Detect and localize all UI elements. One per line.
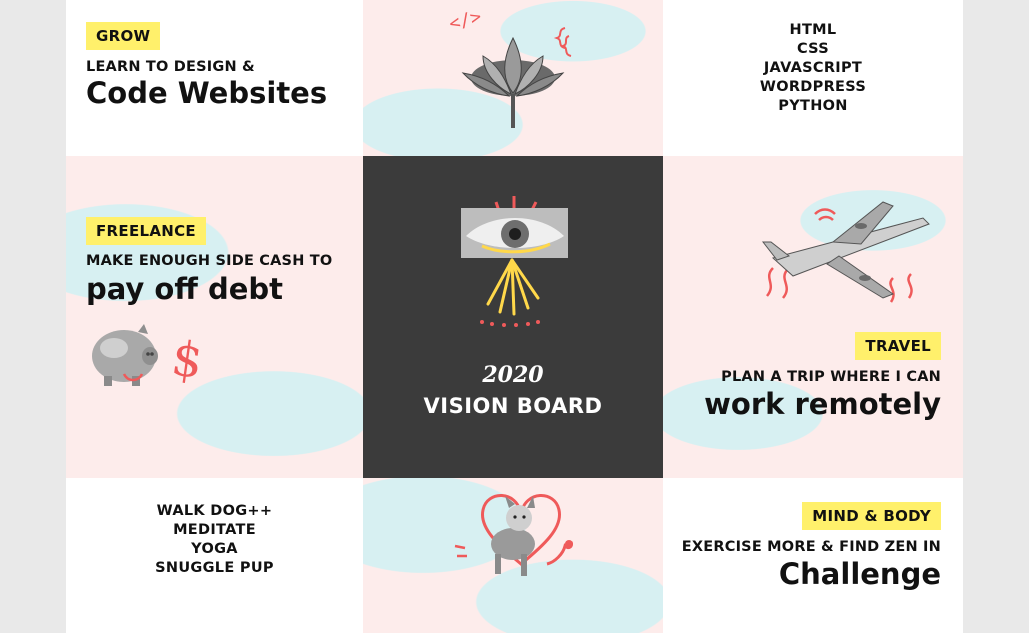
mind-body-tag: MIND & BODY — [802, 502, 941, 530]
routine-item: MEDITATE — [173, 522, 256, 538]
freelance-tag: FREELANCE — [86, 217, 206, 245]
skill-item: CSS — [796, 41, 830, 57]
center-card: 2020 VISION BOARD — [363, 156, 663, 478]
travel-card: TRAVEL PLAN A TRIP WHERE I CAN work remo… — [663, 156, 963, 478]
lotus-tile: </> — [363, 0, 663, 156]
skill-item: WORDPRESS — [759, 79, 867, 95]
curly-scribble-icon — [553, 27, 572, 57]
routine-list: WALK DOG++ MEDITATE YOGA SNUGGLE PUP — [66, 502, 363, 578]
grow-lead: LEARN TO DESIGN & — [86, 59, 255, 75]
dollar-scribble-icon: $ — [168, 330, 207, 390]
skill-item: HTML — [789, 22, 837, 38]
airplane-icon — [761, 201, 930, 303]
routine-item: WALK DOG++ — [156, 503, 273, 519]
freelance-card: FREELANCE MAKE ENOUGH SIDE CASH TO pay o… — [66, 156, 363, 478]
skill-item: JAVASCRIPT — [763, 60, 863, 76]
mind-body-headline: Challenge — [778, 557, 941, 591]
mind-body-card: MIND & BODY EXERCISE MORE & FIND ZEN IN … — [663, 478, 963, 633]
freelance-lead: MAKE ENOUGH SIDE CASH TO — [86, 253, 333, 269]
freelance-headline: pay off debt — [86, 272, 283, 306]
grow-tag: GROW — [86, 22, 161, 50]
grow-headline: Code Websites — [86, 76, 328, 110]
travel-headline: work remotely — [704, 387, 941, 421]
grow-card: GROW LEARN TO DESIGN & Code Websites — [66, 0, 363, 156]
travel-lead: PLAN A TRIP WHERE I CAN — [721, 369, 941, 385]
vision-board: GROW LEARN TO DESIGN & Code Websites </>… — [66, 0, 963, 633]
board-year: 2020 — [482, 362, 544, 388]
routine-item: YOGA — [191, 541, 238, 557]
routine-card: WALK DOG++ MEDITATE YOGA SNUGGLE PUP — [66, 478, 363, 633]
eye-icon — [461, 196, 568, 327]
routine-item: SNUGGLE PUP — [155, 560, 274, 576]
mind-body-lead: EXERCISE MORE & FIND ZEN IN — [681, 539, 941, 555]
skills-list: HTML CSS JAVASCRIPT WORDPRESS PYTHON — [663, 21, 963, 116]
skill-item: PYTHON — [778, 98, 848, 114]
piggy-bank-icon — [92, 324, 158, 386]
skills-card: HTML CSS JAVASCRIPT WORDPRESS PYTHON — [663, 0, 963, 156]
dog-heart-icon — [454, 494, 573, 576]
board-title: VISION BOARD — [423, 394, 603, 418]
travel-tag: TRAVEL — [855, 332, 941, 360]
dog-tile — [363, 478, 663, 633]
